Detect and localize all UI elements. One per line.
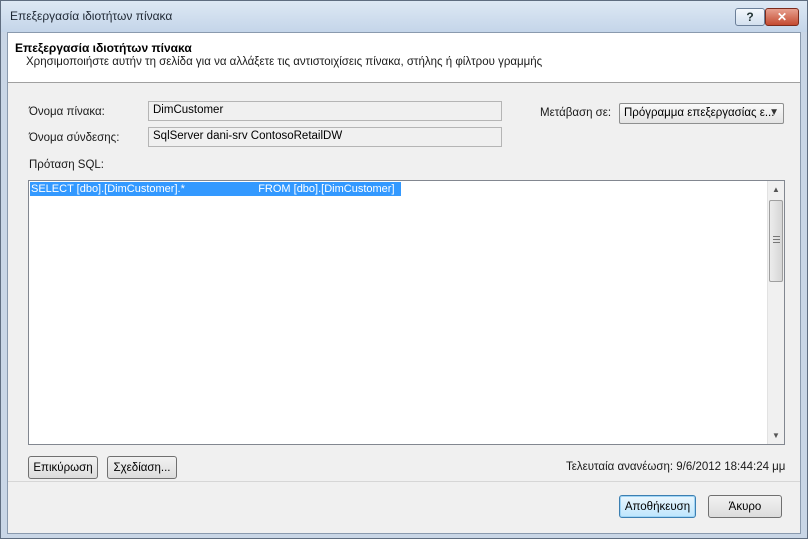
scroll-up-icon[interactable]: ▲ [768, 181, 784, 198]
scroll-thumb[interactable] [769, 200, 783, 282]
dialog-window: Επεξεργασία ιδιοτήτων πίνακα ? ✕ Επεξεργ… [0, 0, 808, 539]
title-bar[interactable]: Επεξεργασία ιδιοτήτων πίνακα ? ✕ [1, 1, 807, 32]
design-button-label: Σχεδίαση... [113, 461, 171, 474]
help-button[interactable]: ? [735, 8, 765, 26]
sql-text[interactable]: SELECT [dbo].[DimCustomer].* FROM [dbo].… [30, 182, 401, 196]
save-button[interactable]: Αποθήκευση [619, 495, 696, 518]
sql-statement-label: Πρόταση SQL: [29, 159, 105, 171]
vertical-scrollbar[interactable]: ▲ ▼ [767, 181, 784, 444]
header-banner: Επεξεργασία ιδιοτήτων πίνακα Χρησιμοποιή… [8, 33, 800, 83]
dialog-body: Επεξεργασία ιδιοτήτων πίνακα Χρησιμοποιή… [7, 32, 801, 534]
scroll-down-icon[interactable]: ▼ [768, 427, 784, 444]
switch-to-label: Μετάβαση σε: [540, 107, 612, 119]
last-refresh-text: Τελευταία ανανέωση: 9/6/2012 18:44:24 μμ [566, 461, 786, 473]
connection-name-field[interactable]: SqlServer dani-srv ContosoRetailDW [148, 127, 502, 147]
cancel-button[interactable]: Άκυρο [708, 495, 782, 518]
table-name-field[interactable]: DimCustomer [148, 101, 502, 121]
chevron-down-icon: ▼ [769, 107, 779, 118]
sql-editor[interactable]: SELECT [dbo].[DimCustomer].* FROM [dbo].… [28, 180, 785, 445]
switch-to-dropdown[interactable]: Πρόγραμμα επεξεργασίας ε... ▼ [619, 103, 784, 124]
close-button[interactable]: ✕ [765, 8, 799, 26]
cancel-button-label: Άκυρο [728, 500, 762, 513]
grip-icon [773, 236, 780, 243]
validate-button-label: Επικύρωση [33, 461, 93, 474]
help-icon: ? [746, 10, 754, 24]
design-button[interactable]: Σχεδίαση... [107, 456, 177, 479]
validate-button[interactable]: Επικύρωση [28, 456, 98, 479]
page-title: Επεξεργασία ιδιοτήτων πίνακα [15, 41, 192, 55]
save-button-label: Αποθήκευση [624, 500, 691, 513]
window-title: Επεξεργασία ιδιοτήτων πίνακα [10, 9, 173, 23]
switch-to-value: Πρόγραμμα επεξεργασίας ε... [624, 107, 775, 119]
table-name-label: Όνομα πίνακα: [29, 106, 105, 118]
page-description: Χρησιμοποιήστε αυτήν τη σελίδα για να αλ… [26, 56, 543, 68]
connection-name-label: Όνομα σύνδεσης: [29, 132, 120, 144]
close-icon: ✕ [776, 10, 788, 24]
footer-divider [8, 481, 800, 482]
